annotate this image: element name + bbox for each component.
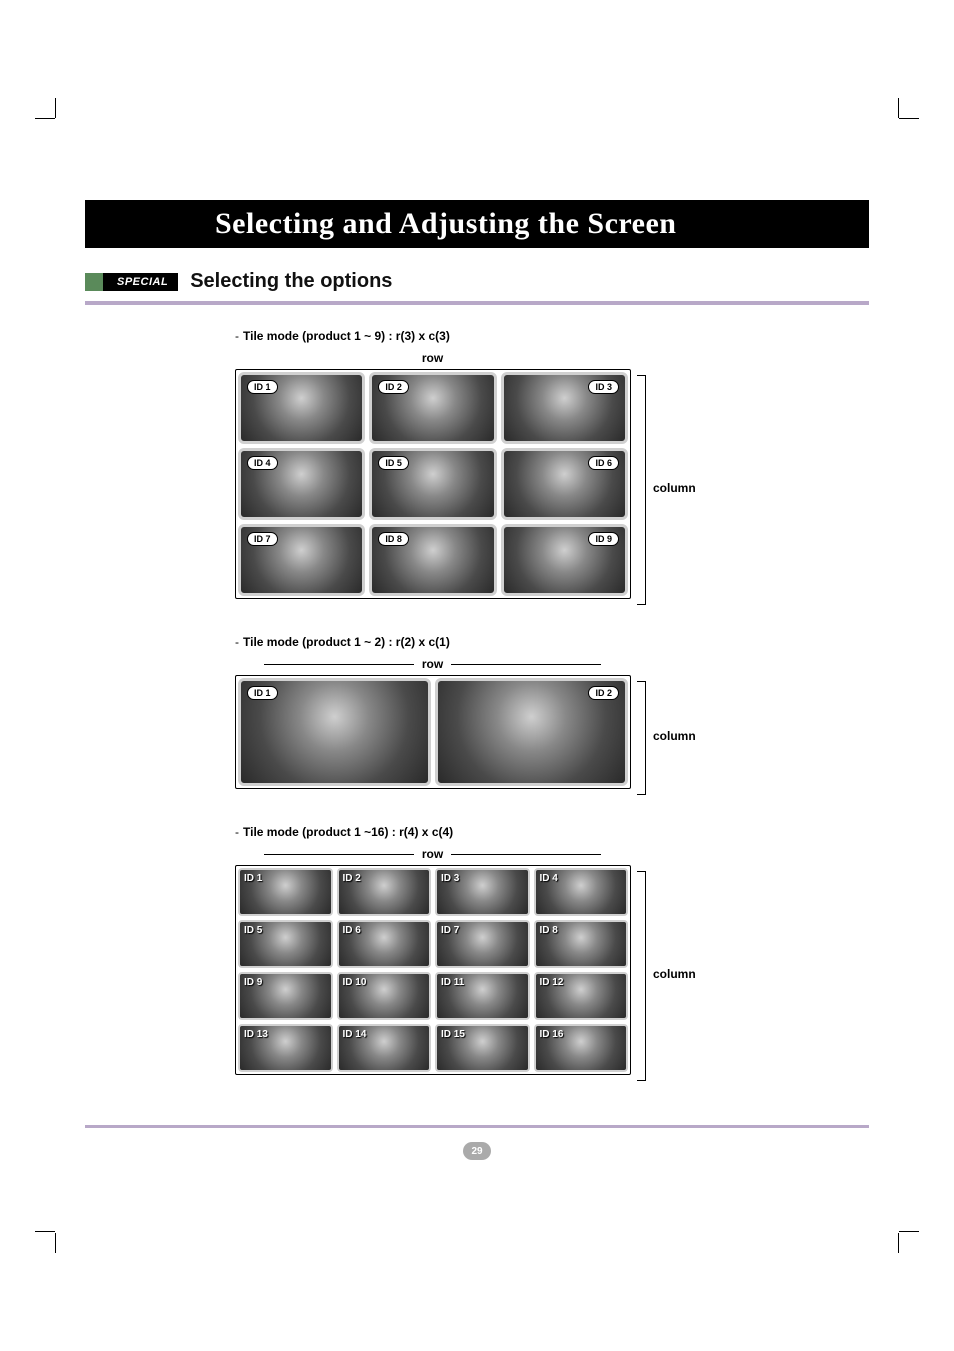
column-label: column <box>653 481 696 495</box>
tile-id3: ID 3 <box>501 372 628 444</box>
tile-id1: ID 1 <box>238 868 333 916</box>
tile-id-label: ID 10 <box>343 977 367 988</box>
tile-id5: ID 5 <box>238 920 333 968</box>
special-badge: SPECIAL <box>85 273 178 291</box>
cropmark <box>899 118 919 120</box>
cropmark <box>35 118 55 120</box>
column-label: column <box>653 729 696 743</box>
tile-id-label: ID 6 <box>588 456 619 470</box>
title-lead-block <box>85 200 215 248</box>
tile-id-label: ID 9 <box>244 977 262 988</box>
tile-id-label: ID 3 <box>441 873 459 884</box>
tile-mode-caption-4x4: -Tile mode (product 1 ~16) : r(4) x c(4) <box>235 825 869 839</box>
tile-id9: ID 9 <box>238 972 333 1020</box>
tile-id-label: ID 7 <box>247 532 278 546</box>
tile-id4: ID 4 <box>534 868 629 916</box>
tile-grid-2x1-wrap: row ID 1 ID 2 column <box>235 657 869 789</box>
tile-id-label: ID 11 <box>441 977 464 988</box>
tile-id6: ID 6 <box>337 920 432 968</box>
column-bracket <box>637 871 646 1081</box>
tile-id7: ID 7 <box>435 920 530 968</box>
tile-id-label: ID 1 <box>247 380 278 394</box>
tile-id-label: ID 4 <box>540 873 558 884</box>
tile-id-label: ID 3 <box>588 380 619 394</box>
page-number: 29 <box>463 1142 491 1160</box>
tile-id5: ID 5 <box>369 448 496 520</box>
tile-id7: ID 7 <box>238 524 365 596</box>
subheading: Selecting the options <box>190 270 392 293</box>
divider <box>85 301 869 305</box>
column-bracket <box>637 375 646 605</box>
tile-id-label: ID 9 <box>588 532 619 546</box>
cropmark <box>878 98 899 118</box>
tile-id4: ID 4 <box>238 448 365 520</box>
tile-id-label: ID 5 <box>244 925 262 936</box>
page-title-bar: Selecting and Adjusting the Screen <box>85 200 869 248</box>
tile-grid-3x3-wrap: row ID 1 ID 2 ID 3 ID 4 ID 5 ID 6 ID 7 I… <box>235 351 869 599</box>
tile-id-label: ID 1 <box>247 686 278 700</box>
tile-id-label: ID 2 <box>378 380 409 394</box>
tile-id8: ID 8 <box>534 920 629 968</box>
tile-mode-caption-3x3: -Tile mode (product 1 ~ 9) : r(3) x c(3) <box>235 329 869 343</box>
cropmark <box>878 1233 899 1253</box>
tile-id10: ID 10 <box>337 972 432 1020</box>
footer-divider <box>85 1125 869 1128</box>
tile-id12: ID 12 <box>534 972 629 1020</box>
cropmark <box>899 1231 919 1233</box>
tile-id-label: ID 8 <box>378 532 409 546</box>
tile-id2: ID 2 <box>435 678 628 786</box>
tile-id-label: ID 14 <box>343 1029 367 1040</box>
tile-id-label: ID 6 <box>343 925 361 936</box>
tile-id9: ID 9 <box>501 524 628 596</box>
tile-id2: ID 2 <box>369 372 496 444</box>
tile-id-label: ID 15 <box>441 1029 465 1040</box>
cropmark <box>35 1231 55 1233</box>
tile-id3: ID 3 <box>435 868 530 916</box>
cropmark <box>55 98 76 118</box>
tile-mode-caption-2x1: -Tile mode (product 1 ~ 2) : r(2) x c(1) <box>235 635 869 649</box>
tile-id-label: ID 12 <box>540 977 564 988</box>
tile-id-label: ID 4 <box>247 456 278 470</box>
tile-id-label: ID 2 <box>343 873 361 884</box>
tile-id-label: ID 5 <box>378 456 409 470</box>
tile-id-label: ID 16 <box>540 1029 564 1040</box>
tile-grid-4x4-wrap: row ID 1 ID 2 ID 3 ID 4 ID 5 ID 6 ID 7 I… <box>235 847 869 1075</box>
tile-id-label: ID 7 <box>441 925 459 936</box>
tile-id11: ID 11 <box>435 972 530 1020</box>
subheading-row: SPECIAL Selecting the options <box>85 270 869 293</box>
tile-id1: ID 1 <box>238 372 365 444</box>
tile-id1: ID 1 <box>238 678 431 786</box>
cropmark <box>55 1233 76 1253</box>
tile-grid-4x4: ID 1 ID 2 ID 3 ID 4 ID 5 ID 6 ID 7 ID 8 … <box>235 865 631 1075</box>
tile-grid-3x3: ID 1 ID 2 ID 3 ID 4 ID 5 ID 6 ID 7 ID 8 … <box>235 369 631 599</box>
page-title: Selecting and Adjusting the Screen <box>215 207 676 241</box>
row-label: row <box>235 657 630 671</box>
tile-id8: ID 8 <box>369 524 496 596</box>
tile-id2: ID 2 <box>337 868 432 916</box>
tile-id16: ID 16 <box>534 1024 629 1072</box>
row-label: row <box>235 847 630 861</box>
tile-id13: ID 13 <box>238 1024 333 1072</box>
tile-id-label: ID 8 <box>540 925 558 936</box>
tile-id-label: ID 1 <box>244 873 262 884</box>
column-label: column <box>653 967 696 981</box>
tile-id6: ID 6 <box>501 448 628 520</box>
tile-id15: ID 15 <box>435 1024 530 1072</box>
tile-id-label: ID 2 <box>588 686 619 700</box>
tile-id14: ID 14 <box>337 1024 432 1072</box>
page: Selecting and Adjusting the Screen SPECI… <box>0 0 954 1351</box>
tile-grid-2x1: ID 1 ID 2 <box>235 675 631 789</box>
tile-id-label: ID 13 <box>244 1029 268 1040</box>
column-bracket <box>637 681 646 795</box>
row-label: row <box>235 351 630 365</box>
